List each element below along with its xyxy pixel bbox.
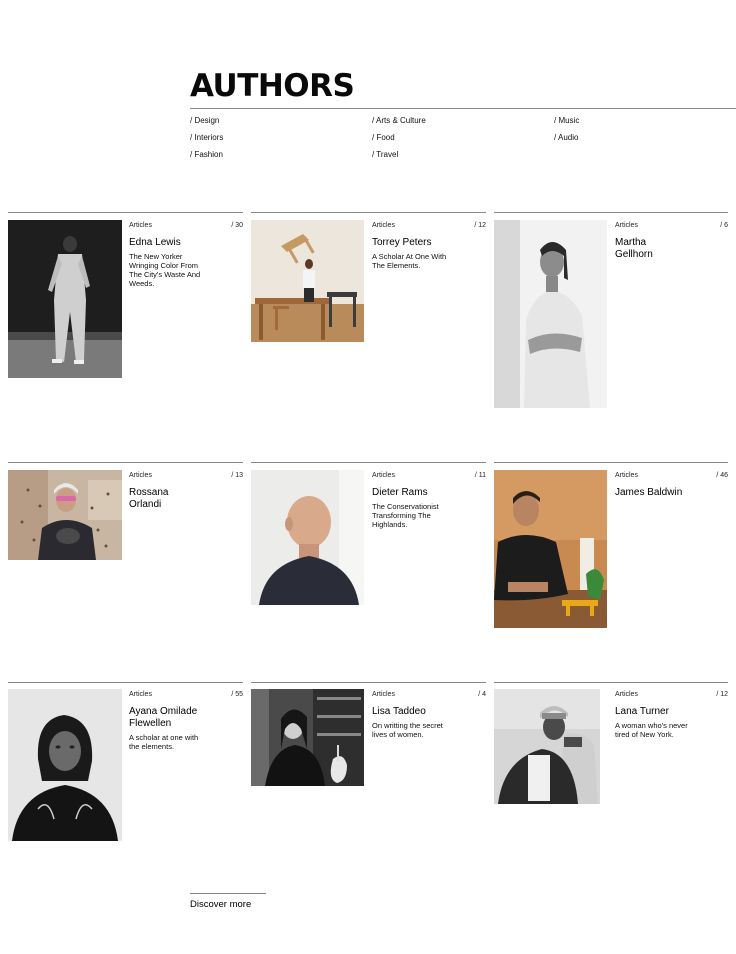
articles-label: Articles: [615, 691, 638, 698]
discover-more-link[interactable]: Discover more: [190, 899, 251, 910]
author-name-link[interactable]: Torrey Peters: [372, 237, 472, 249]
author-description: On writting the secret lives of women.: [372, 721, 443, 739]
author-name-link[interactable]: Lana Turner: [615, 706, 715, 718]
category-link-travel[interactable]: / Travel: [372, 150, 398, 160]
author-name-link[interactable]: Edna Lewis: [129, 237, 229, 249]
article-count: / 12: [716, 691, 728, 698]
author-photo[interactable]: [8, 689, 122, 841]
article-count: / 13: [231, 472, 243, 479]
article-count: / 6: [720, 222, 728, 229]
author-description: A scholar at one with the elements.: [129, 733, 199, 751]
card-divider: [251, 682, 486, 683]
author-description: The New Yorker Wringing Color From The C…: [129, 252, 201, 288]
page-title: AUTHORS: [190, 68, 355, 104]
articles-label: Articles: [129, 472, 152, 479]
author-name-link[interactable]: Martha Gellhorn: [615, 237, 675, 260]
articles-label: Articles: [372, 222, 395, 229]
author-description: A Scholar At One With The Elements.: [372, 252, 447, 270]
author-photo[interactable]: [494, 470, 607, 628]
article-count: / 4: [478, 691, 486, 698]
author-name-link[interactable]: Rossana Orlandi: [129, 487, 189, 510]
author-description: The Conservationist Transforming The Hig…: [372, 502, 439, 529]
article-count: / 55: [231, 691, 243, 698]
title-divider: [190, 108, 736, 109]
card-divider: [8, 682, 243, 683]
category-link-interiors[interactable]: / Interiors: [190, 133, 223, 143]
article-count: / 30: [231, 222, 243, 229]
card-divider: [251, 212, 486, 213]
articles-label: Articles: [129, 691, 152, 698]
author-photo[interactable]: [251, 220, 364, 342]
category-link-fashion[interactable]: / Fashion: [190, 150, 223, 160]
articles-label: Articles: [129, 222, 152, 229]
author-name-link[interactable]: Lisa Taddeo: [372, 706, 472, 718]
author-name-link[interactable]: Dieter Rams: [372, 487, 472, 499]
articles-label: Articles: [615, 222, 638, 229]
category-link-arts-culture[interactable]: / Arts & Culture: [372, 116, 426, 126]
category-link-design[interactable]: / Design: [190, 116, 219, 126]
article-count: / 46: [716, 472, 728, 479]
articles-label: Articles: [372, 691, 395, 698]
author-photo[interactable]: [251, 470, 364, 605]
author-photo[interactable]: [494, 220, 607, 408]
author-description: A woman who's never tired of New York.: [615, 721, 688, 739]
card-divider: [494, 212, 728, 213]
author-photo[interactable]: [494, 689, 600, 804]
card-divider: [251, 462, 486, 463]
article-count: / 12: [474, 222, 486, 229]
author-photo[interactable]: [8, 220, 122, 378]
articles-label: Articles: [372, 472, 395, 479]
category-link-food[interactable]: / Food: [372, 133, 395, 143]
discover-divider: [190, 893, 266, 894]
card-divider: [494, 462, 728, 463]
author-photo[interactable]: [251, 689, 364, 786]
category-link-music[interactable]: / Music: [554, 116, 579, 126]
category-link-audio[interactable]: / Audio: [554, 133, 578, 143]
card-divider: [8, 462, 243, 463]
article-count: / 11: [474, 472, 486, 479]
author-name-link[interactable]: James Baldwin: [615, 487, 715, 499]
card-divider: [8, 212, 243, 213]
author-photo[interactable]: [8, 470, 122, 560]
articles-label: Articles: [615, 472, 638, 479]
author-name-link[interactable]: Ayana Omilade Flewellen: [129, 706, 209, 729]
card-divider: [494, 682, 728, 683]
